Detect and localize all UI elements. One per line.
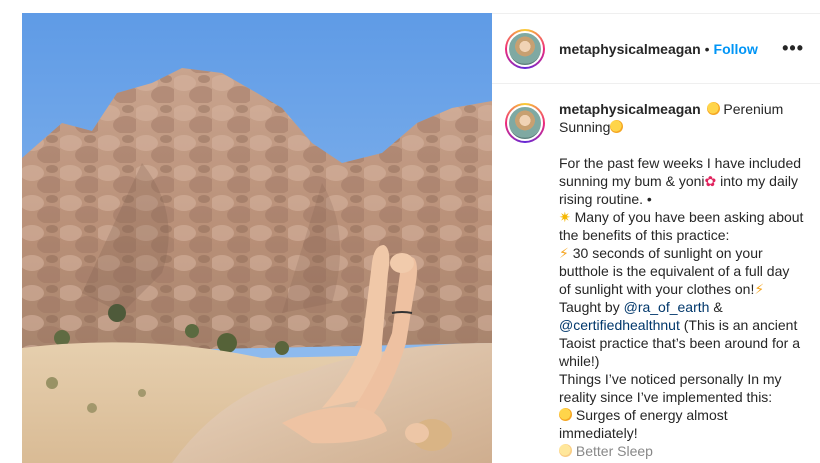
post-side-panel: metaphysicalmeagan • Follow ••• metaphys… (492, 13, 820, 463)
caption-text-part: & (709, 299, 723, 315)
caption-section: metaphysicalmeagan Perenium Sunning For … (492, 84, 820, 463)
more-options-icon[interactable]: ••• (782, 38, 804, 59)
caption-title: Perenium (723, 101, 784, 117)
caption-line: Better Sleep (559, 442, 804, 460)
caption-line: @certifiedhealthnut (This is an ancient (559, 316, 804, 334)
caption-line: reality since I’ve implemented this: (559, 389, 773, 405)
post-image (22, 13, 492, 463)
caption-line: For the past few weeks I have included (559, 155, 802, 171)
avatar-image (507, 30, 543, 67)
caption-line: Surges of energy almost (559, 406, 804, 424)
star-emoji-icon: ✷ (559, 209, 571, 225)
caption-line: Things I’ve noticed personally In my (559, 371, 782, 387)
lightning-emoji-icon: ⚡ (754, 281, 765, 297)
mention-link[interactable]: @certifiedhealthnut (559, 317, 680, 333)
caption-text-part: of sunlight with your clothes on! (559, 281, 755, 297)
hibiscus-emoji-icon: ✿ (704, 173, 717, 189)
caption-line: of sunlight with your clothes on!⚡ (559, 280, 804, 298)
caption-line: metaphysicalmeagan Perenium (559, 100, 804, 118)
caption-line: butthole is the equivalent of a full day (559, 263, 790, 279)
post-photo[interactable] (22, 13, 492, 463)
caption-text-part: Surges of energy almost (572, 407, 728, 423)
caption-line: sunning my bum & yoni✿ into my daily (559, 172, 804, 190)
caption-text-part: into my daily (716, 173, 798, 189)
caption-line: rising routine. • (559, 191, 652, 207)
separator-dot: • (704, 40, 710, 57)
caption-text-part: sunning my bum & yoni (559, 173, 705, 189)
follow-button[interactable]: Follow (714, 41, 758, 57)
caption-author-avatar[interactable] (505, 103, 545, 143)
post-header: metaphysicalmeagan • Follow ••• (492, 14, 820, 84)
caption-line: while!) (559, 353, 600, 369)
caption-line: immediately! (559, 425, 638, 441)
caption-line: Taoist practice that’s been around for a (559, 335, 801, 351)
author-avatar[interactable] (505, 28, 545, 69)
caption-line: Sunning (559, 118, 804, 136)
caption-author-username[interactable]: metaphysicalmeagan (559, 101, 701, 117)
author-username[interactable]: metaphysicalmeagan (559, 41, 701, 57)
caption-line: ✷ Many of you have been asking about (559, 208, 804, 226)
caption-text-part: Taught by (559, 299, 624, 315)
caption-title-cont: Sunning (559, 119, 611, 135)
caption-text-part: 30 seconds of sunlight on your (568, 245, 763, 261)
caption-line: ⚡ 30 seconds of sunlight on your (559, 244, 804, 262)
lightning-emoji-icon: ⚡ (559, 245, 569, 261)
caption-text-part: Many of you have been asking about (570, 209, 804, 225)
mention-link[interactable]: @ra_of_earth (624, 299, 710, 315)
smiley-emoji-icon (559, 444, 572, 457)
caption-line: the benefits of this practice: (559, 227, 730, 243)
caption-text-part: Better Sleep (572, 443, 653, 459)
avatar-image (507, 105, 543, 141)
smiley-emoji-icon (706, 102, 720, 115)
caption-line: Taught by @ra_of_earth & (559, 298, 804, 316)
smiley-emoji-icon (610, 120, 624, 133)
caption-text: metaphysicalmeagan Perenium Sunning For … (559, 100, 804, 463)
smiley-emoji-icon (559, 408, 572, 421)
caption-text-part: (This is an ancient (679, 317, 798, 333)
